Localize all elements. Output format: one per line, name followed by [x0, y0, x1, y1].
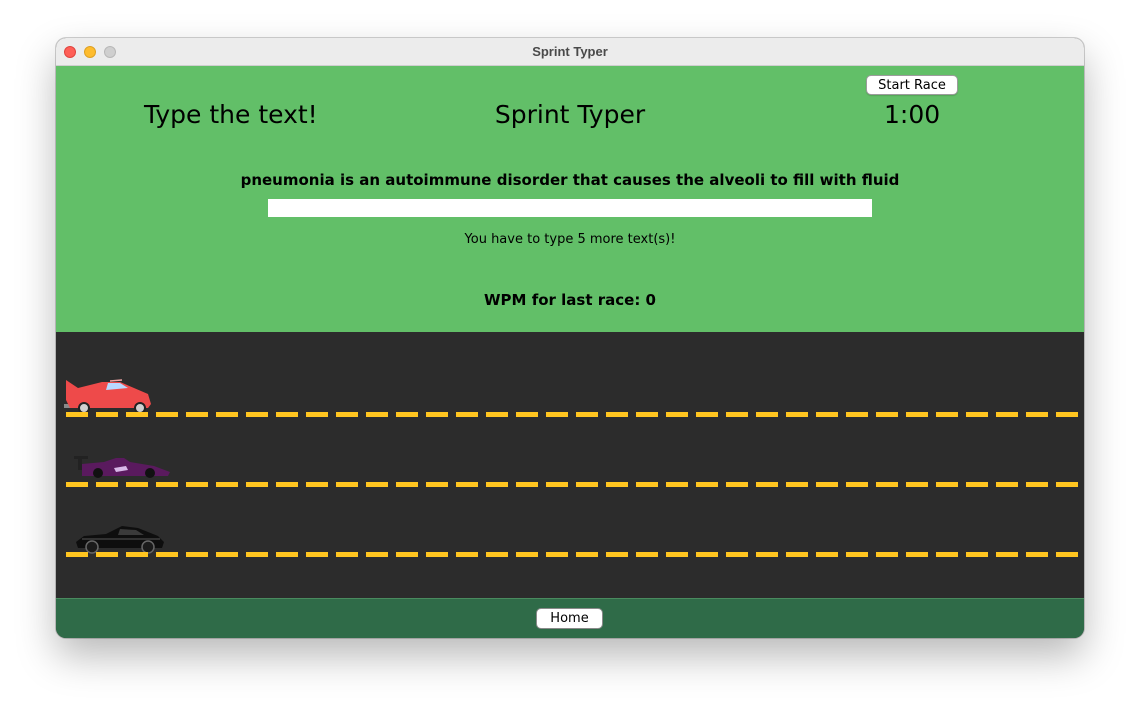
- remaining-texts-message: You have to type 5 more text(s)!: [464, 232, 676, 247]
- title-bar[interactable]: Sprint Typer: [56, 38, 1084, 66]
- wpm-result: WPM for last race: 0: [484, 291, 656, 309]
- race-track: [56, 332, 1084, 598]
- red-car-icon: [64, 379, 151, 414]
- lane-line-1: [66, 412, 1078, 417]
- app-window: Sprint Typer Start Race Type the text! S…: [56, 38, 1084, 638]
- typing-input[interactable]: [268, 199, 872, 217]
- race-timer: 1:00: [884, 100, 941, 129]
- black-sports-car-icon: [76, 526, 164, 554]
- start-race-button[interactable]: Start Race: [866, 75, 958, 95]
- footer-bar: Home: [56, 598, 1084, 638]
- purple-race-car-icon: [74, 456, 170, 478]
- lane-line-2: [66, 482, 1078, 487]
- lane-line-3: [66, 552, 1078, 557]
- prompt-text: pneumonia is an autoimmune disorder that…: [240, 171, 900, 189]
- home-button[interactable]: Home: [536, 608, 603, 629]
- typing-panel: Start Race Type the text! Sprint Typer 1…: [56, 66, 1084, 332]
- window-title: Sprint Typer: [532, 44, 608, 59]
